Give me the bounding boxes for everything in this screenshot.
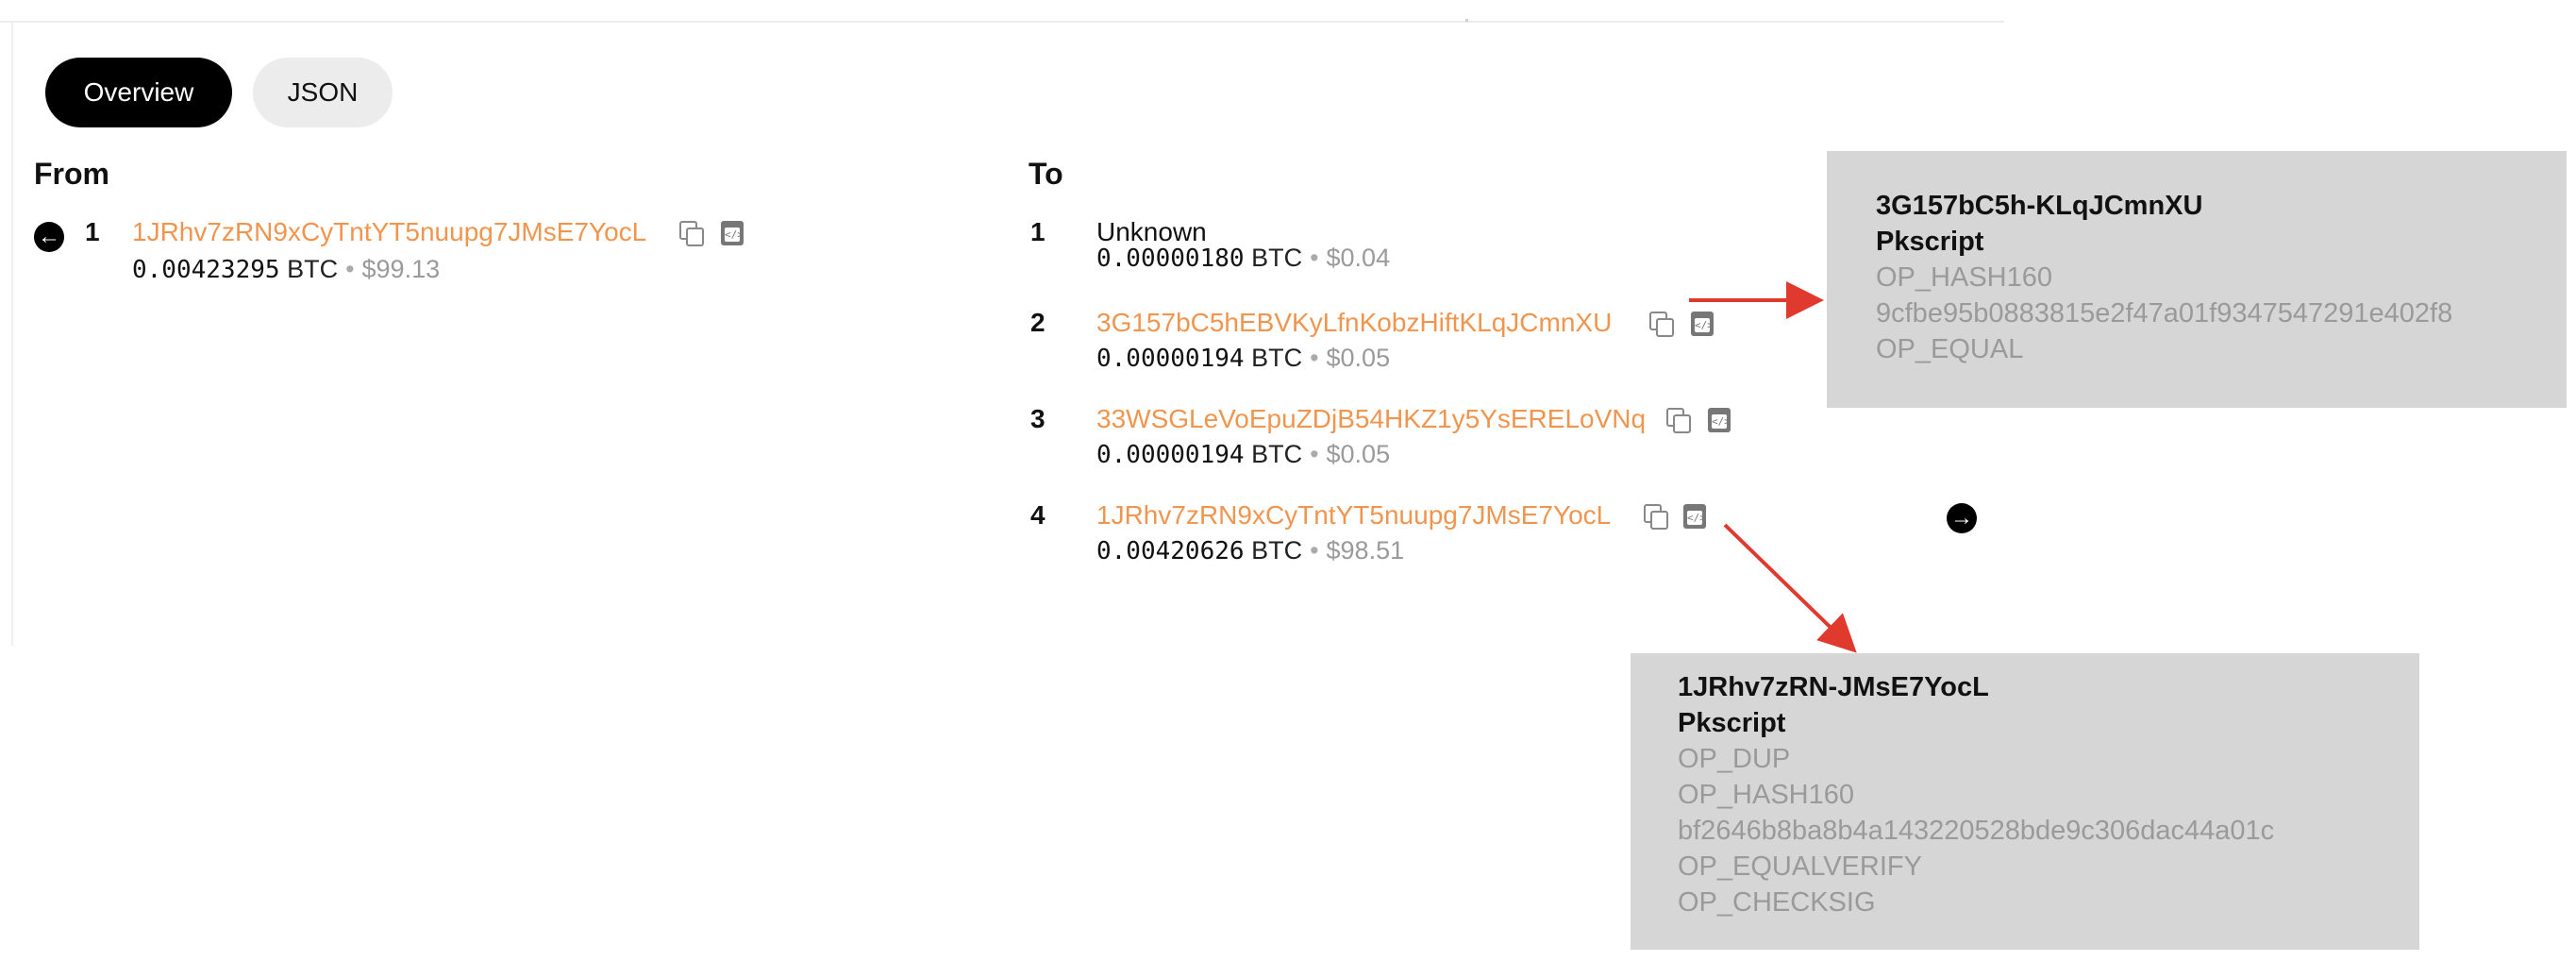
annotation-arrow: [1723, 523, 1857, 653]
annotation-arrows: [1689, 281, 1857, 653]
